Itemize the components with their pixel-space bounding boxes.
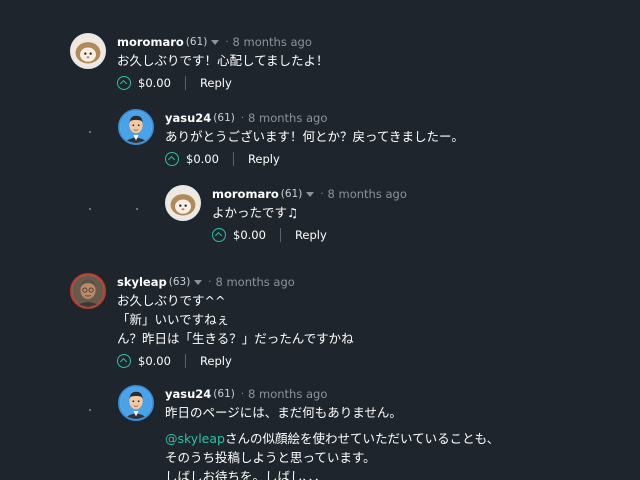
author-name[interactable]: skyleap [117,275,167,289]
reply-button[interactable]: Reply [200,76,232,90]
portrait-avatar-icon [72,275,104,307]
reputation: (61) [185,36,208,48]
thread-marker [89,208,91,210]
separator-dot: · [240,388,245,400]
comment-text: しばしお待ちを。しばし、、、 [165,469,328,480]
comment-text: よかったです♫ [212,205,299,220]
reply-button[interactable]: Reply [200,354,232,368]
comment-text: ありがとうございます！何とか？戻ってきましたー。 [165,129,464,144]
reputation: (63) [168,276,191,288]
divider [184,354,186,368]
chevron-down-icon[interactable] [194,279,203,285]
hedgehog-avatar-icon [167,187,199,219]
timestamp[interactable]: 8 months ago [215,275,294,289]
author-name[interactable]: moromaro [117,35,184,49]
payout-value[interactable]: $0.00 [233,228,266,242]
payout-value[interactable]: $0.00 [138,76,171,90]
author-name[interactable]: yasu24 [165,387,211,401]
divider [279,228,281,242]
user-mention-link[interactable]: @skyleap [165,431,225,446]
comment-text: そのうち投稿しようと思っています。 [165,450,376,465]
man-avatar-icon [120,111,152,143]
comment-text: 「新」いいですねぇ [117,312,230,327]
separator-dot: · [240,112,245,124]
thread-marker [89,409,91,411]
comment-text-line: @skyleapさんの似顔絵を使わせていただいていることも、 [165,429,640,448]
divider [232,152,234,166]
author-name[interactable]: yasu24 [165,111,211,125]
reply-button[interactable]: Reply [248,152,280,166]
timestamp[interactable]: 8 months ago [248,387,327,401]
comment-thread: moromaro (61) · 8 months ago お久しぶりです！心配し… [0,0,640,480]
payout-value[interactable]: $0.00 [186,152,219,166]
comment-text: 昨日のページには、まだ何もありません。 [165,405,402,420]
reputation: (61) [213,112,235,124]
separator-dot: · [320,188,324,200]
thread-marker [136,208,138,210]
author-name[interactable]: moromaro [212,187,279,201]
comment-text: ん？昨日は「生きる？」だったんですかね [117,331,354,346]
comment-text: お久しぶりです^^ [117,293,226,308]
avatar[interactable] [70,33,106,69]
comment-text: お久しぶりです！心配してましたよ！ [117,53,329,68]
avatar[interactable] [118,109,154,145]
chevron-down-icon[interactable] [211,39,220,45]
timestamp[interactable]: 8 months ago [328,187,407,201]
divider [184,76,186,90]
reply-button[interactable]: Reply [295,228,327,242]
separator-dot: · [225,36,229,48]
timestamp[interactable]: 8 months ago [248,111,327,125]
upvote-icon[interactable] [212,228,226,242]
chevron-down-icon[interactable] [306,191,315,197]
upvote-icon[interactable] [165,152,179,166]
man-avatar-icon [120,387,152,419]
hedgehog-avatar-icon [72,35,104,67]
reputation: (61) [280,188,303,200]
upvote-icon[interactable] [117,76,131,90]
avatar[interactable] [118,385,154,421]
comment-text: さんの似顔絵を使わせていただいていることも、 [224,431,500,446]
separator-dot: · [208,276,212,288]
thread-marker [89,131,91,133]
avatar[interactable] [70,273,106,309]
avatar[interactable] [165,185,201,221]
payout-value[interactable]: $0.00 [138,354,171,368]
timestamp[interactable]: 8 months ago [233,35,312,49]
upvote-icon[interactable] [117,354,131,368]
reputation: (61) [213,388,235,400]
